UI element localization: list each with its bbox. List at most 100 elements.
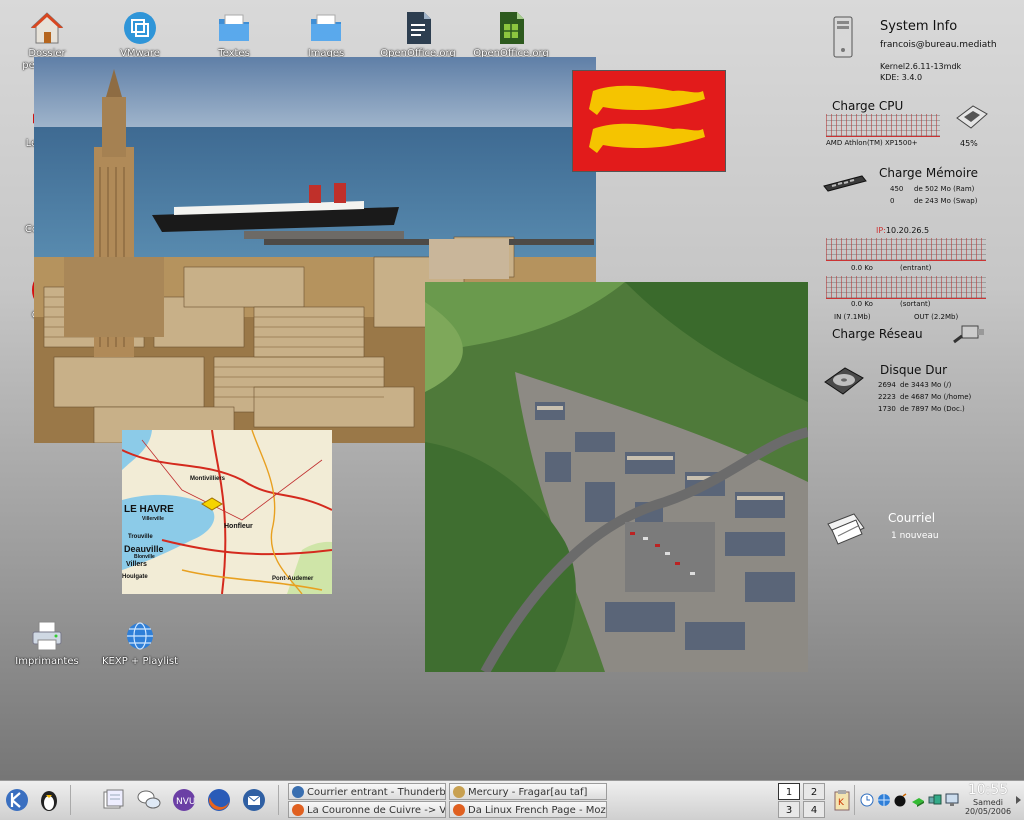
network-in-label: (entrant) [900,264,932,272]
desktop-icon-vmware[interactable]: VMware [98,10,182,60]
desktop-icon-textes[interactable]: Textes [192,10,276,60]
network-tray-icon[interactable] [877,792,891,806]
desktop-icon-label: Imprimantes [15,656,79,667]
map-photo: LE HAVRE Deauville Honfleur Trouville Mo… [122,430,332,594]
map-label-pont-audemer: Pont-Audemer [272,576,314,582]
map-label-houlgate: Houlgate [122,574,148,580]
hard-disk-icon [823,362,865,400]
home-folder-icon [29,10,65,46]
task-label: Mercury - Fragar[au taf] [468,787,588,798]
desktop-1[interactable]: 1 [778,783,800,800]
bomb-tray-icon[interactable] [894,792,908,807]
task-label: Courrier entrant - Thunderbird [307,787,446,798]
task-label: La Couronne de Cuivre -> Vie [307,805,446,816]
taskbar: NVU Courrier entrant - Thunderbird Mercu… [0,780,1024,820]
desktop-3[interactable]: 3 [778,801,800,818]
disk-home-used: 2223 [878,393,896,401]
network-title: Charge Réseau [832,327,923,341]
divider [70,785,71,815]
task-linux-french-page[interactable]: Da Linux French Page - Mozilla [449,801,607,818]
network-ip-label: IP: [876,226,886,235]
system-info-title: System Info [880,19,958,34]
disk-root-total: de 3443 Mo (/) [900,381,952,389]
firefox-icon[interactable] [206,787,232,813]
network-in-graph [826,238,986,261]
svg-text:NVU: NVU [176,797,195,807]
network-out-rate: 0.0 Ko [851,300,873,308]
map-label-blonville: Blonville [134,554,155,560]
desktop-4[interactable]: 4 [803,801,825,818]
network-ip: 10.20.26.5 [885,226,930,235]
memory-stick-icon [822,174,868,194]
map-label-villers: Villers [126,561,147,568]
system-kernel: Kernel2.6.11-13mdk [880,62,962,71]
kmix-tray-icon[interactable] [911,792,925,807]
folder-icon [308,10,344,46]
writer-icon [400,10,436,46]
cpu-chip-icon [953,100,989,134]
firefox-icon [292,804,304,816]
memory-ram-total: de 502 Mo (Ram) [914,185,975,193]
network-out-label: (sortant) [900,300,931,308]
clock-day: Samedi [973,798,1003,807]
tux-icon[interactable] [36,787,62,813]
desktop-icon-kexp[interactable]: KEXP + Playlist [98,618,182,668]
chat-bubbles-icon[interactable] [136,787,162,813]
thunderbird-icon[interactable] [241,787,267,813]
memory-title: Charge Mémoire [879,166,979,180]
desktop-icon-images[interactable]: Images [284,10,368,60]
system-user: francois@bureau.mediath [880,40,997,50]
calc-icon [493,10,529,46]
map-label-le-havre: LE HAVRE [124,504,174,515]
normandy-flag [572,70,726,172]
vmware-icon [122,10,158,46]
show-desktop-icon[interactable] [100,787,126,813]
taskbar-handle[interactable] [1015,785,1022,815]
mail-status: 1 nouveau [891,531,939,541]
clipboard-icon[interactable]: K [833,789,851,811]
disk-root-used: 2694 [878,381,896,389]
network-out-graph [826,276,986,299]
photo-aerial-town [425,282,808,672]
task-couronne[interactable]: La Couronne de Cuivre -> Vie [288,801,446,818]
cpu-model: AMD Athlon(TM) XP1500+ [826,139,918,147]
task-thunderbird[interactable]: Courrier entrant - Thunderbird [288,783,446,800]
task-label: Da Linux French Page - Mozilla [468,805,607,816]
clock[interactable]: 10:55 Samedi 20/05/2006 [963,783,1013,817]
task-mercury[interactable]: Mercury - Fragar[au taf] [449,783,607,800]
cpu-title: Charge CPU [832,99,904,113]
desktop-icon-imprimantes[interactable]: Imprimantes [5,618,89,668]
memory-ram-used: 450 [890,185,904,193]
clock-date: 20/05/2006 [964,807,1012,816]
map-label-trouville: Trouville [128,534,153,540]
monitor-tray-icon[interactable] [945,792,959,806]
clock-time: 10:55 [967,782,1009,798]
network-in-rate: 0.0 Ko [851,264,873,272]
divider [278,785,279,815]
map-label-deauville: Deauville [124,544,164,554]
firefox-icon [453,804,465,816]
globe-icon [122,618,158,654]
system-info-panel: System Info francois@bureau.mediath Kern… [880,19,1020,82]
nvu-icon[interactable]: NVU [171,787,197,813]
computer-tower-icon [832,16,854,58]
clock-tray-icon[interactable] [860,792,874,807]
system-kde: KDE: 3.4.0 [880,73,923,82]
disk-home-total: de 4687 Mo (/home) [900,393,972,401]
cpu-graph [826,114,940,137]
map-label-honfleur: Honfleur [224,523,253,530]
desktop-2[interactable]: 2 [803,783,825,800]
divider [854,785,855,815]
mail-letters-icon[interactable] [824,510,868,548]
disk-doc-used: 1730 [878,405,896,413]
map-label-villerville: Villerville [142,516,164,522]
network-plug-icon [952,320,988,346]
folder-icon [216,10,252,46]
network-in-total: IN (7.1Mb) [834,313,871,321]
devices-tray-icon[interactable] [928,792,942,806]
kde-menu-button[interactable] [4,787,30,813]
disk-title: Disque Dur [880,363,948,377]
map-label-montivilliers: Montivilliers [190,476,226,482]
desktop-icon-label: KEXP + Playlist [101,656,179,667]
memory-swap-total: de 243 Mo (Swap) [914,197,978,205]
